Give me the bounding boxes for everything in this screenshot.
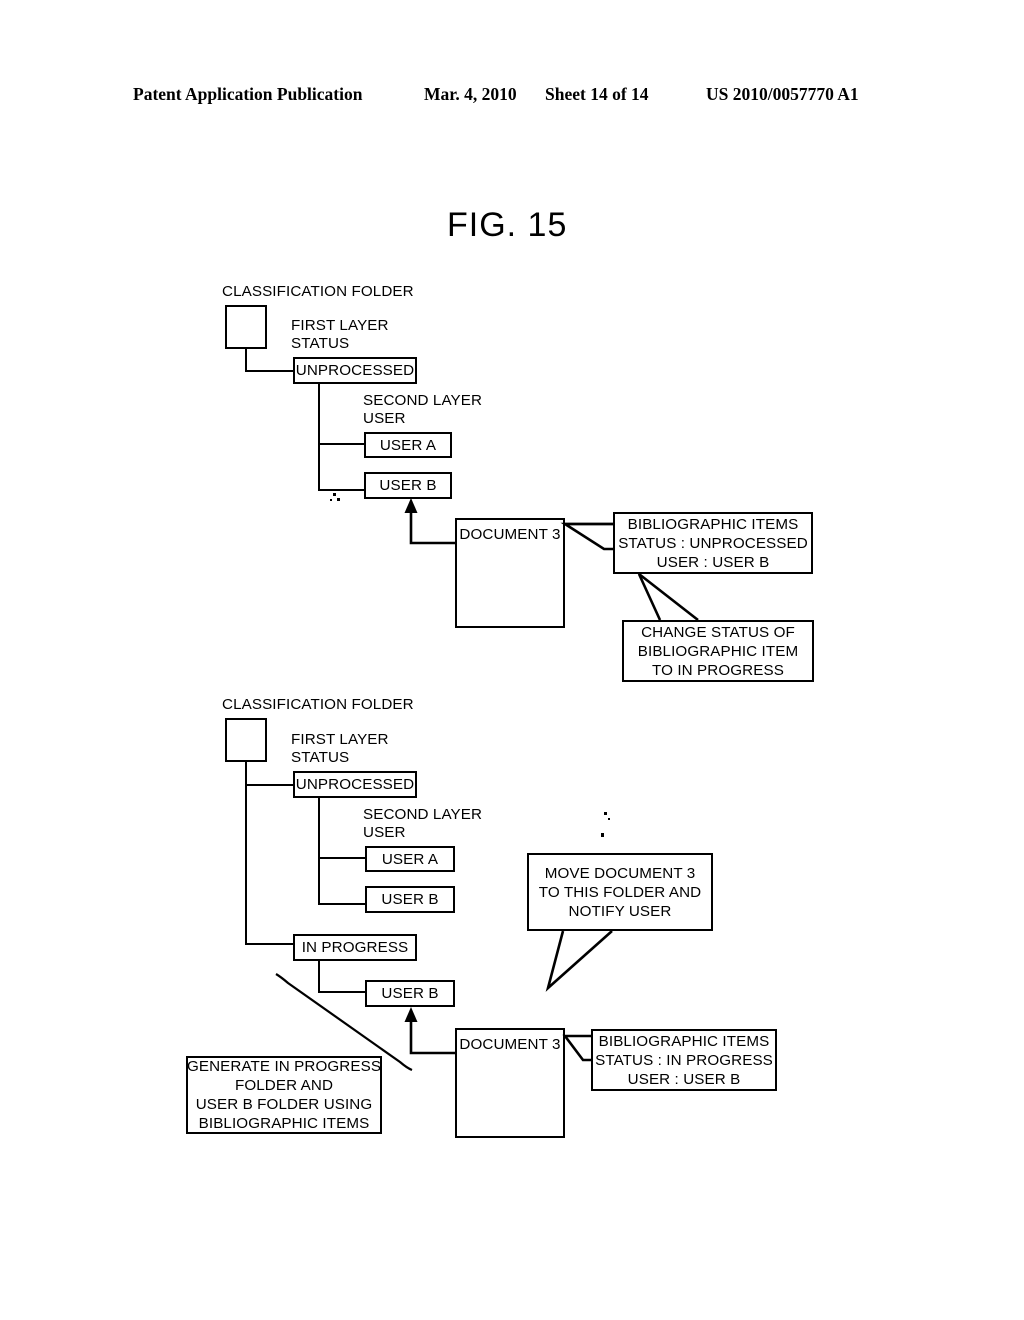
lower-artifact-speck-1 [604, 812, 607, 815]
upper-tail-change-status [637, 572, 699, 622]
lower-connector-users-spine [318, 798, 321, 905]
upper-node-unprocessed[interactable]: UNPROCESSED [293, 357, 417, 384]
lower-artifact-speck-3 [601, 833, 604, 837]
lower-artifact-speck-2 [608, 818, 610, 820]
upper-connector-root-vertical [245, 349, 248, 372]
lower-node-unprocessed[interactable]: UNPROCESSED [293, 771, 417, 798]
lower-root-folder-icon [225, 718, 267, 762]
lower-node-in-progress-user-b[interactable]: USER B [365, 980, 455, 1007]
lower-callout-move-document: MOVE DOCUMENT 3 TO THIS FOLDER AND NOTIF… [527, 853, 713, 931]
upper-artifact-speck-1 [333, 493, 336, 496]
upper-first-layer-label: FIRST LAYER STATUS [291, 317, 389, 352]
upper-node-user-a[interactable]: USER A [364, 432, 452, 458]
upper-callout-change-status: CHANGE STATUS OF BIBLIOGRAPHIC ITEM TO I… [622, 620, 814, 682]
upper-tail-document-to-bibliographic [560, 522, 613, 551]
lower-tail-move-document [545, 930, 613, 992]
lower-connector-in-progress [245, 943, 293, 946]
lower-connector-unprocessed [245, 784, 293, 787]
upper-connector-users-spine [318, 384, 321, 491]
patent-figure-page: Patent Application Publication Mar. 4, 2… [0, 0, 1024, 1320]
lower-connector-root-spine [245, 762, 248, 945]
lower-node-in-progress[interactable]: IN PROGRESS [293, 934, 417, 961]
upper-node-document-3[interactable]: DOCUMENT 3 [455, 518, 565, 628]
lower-node-user-b[interactable]: USER B [365, 886, 455, 913]
upper-connector-user-b [318, 489, 366, 492]
upper-arrow-document-to-user-b [404, 498, 455, 545]
upper-connector-root-horizontal [245, 370, 293, 373]
upper-artifact-speck-2 [337, 498, 340, 501]
lower-arrow-document-to-user-b [404, 1007, 455, 1055]
header-patent-number: US 2010/0057770 A1 [706, 84, 859, 104]
lower-connector-user-a [318, 857, 366, 860]
upper-root-folder-icon [225, 305, 267, 349]
lower-connector-inprogress-user-b [318, 991, 366, 994]
header-publication-title: Patent Application Publication [133, 84, 363, 104]
lower-second-layer-label: SECOND LAYER USER [363, 806, 483, 841]
upper-classification-folder-label: CLASSIFICATION FOLDER [222, 283, 414, 300]
header-sheet-number: Sheet 14 of 14 [545, 84, 649, 104]
header-date: Mar. 4, 2010 [424, 84, 517, 104]
publication-header: Patent Application Publication Mar. 4, 2… [0, 84, 1024, 110]
lower-callout-bibliographic-items: BIBLIOGRAPHIC ITEMS STATUS : IN PROGRESS… [591, 1029, 777, 1091]
upper-callout-bibliographic-items: BIBLIOGRAPHIC ITEMS STATUS : UNPROCESSED… [613, 512, 813, 574]
upper-connector-user-a [318, 443, 366, 446]
lower-connector-inprogress-spine [318, 961, 321, 993]
upper-second-layer-label: SECOND LAYER USER [363, 392, 483, 427]
upper-node-user-b[interactable]: USER B [364, 472, 452, 499]
lower-connector-user-b [318, 903, 366, 906]
lower-first-layer-label: FIRST LAYER STATUS [291, 731, 389, 766]
figure-title: FIG. 15 [447, 206, 568, 244]
lower-callout-generate-folder: GENERATE IN PROGRESS FOLDER AND USER B F… [186, 1056, 382, 1134]
lower-tail-document-to-bibliographic [562, 1034, 591, 1062]
lower-node-user-a[interactable]: USER A [365, 846, 455, 872]
lower-classification-folder-label: CLASSIFICATION FOLDER [222, 696, 414, 713]
lower-node-document-3[interactable]: DOCUMENT 3 [455, 1028, 565, 1138]
upper-artifact-speck-3 [330, 499, 332, 501]
